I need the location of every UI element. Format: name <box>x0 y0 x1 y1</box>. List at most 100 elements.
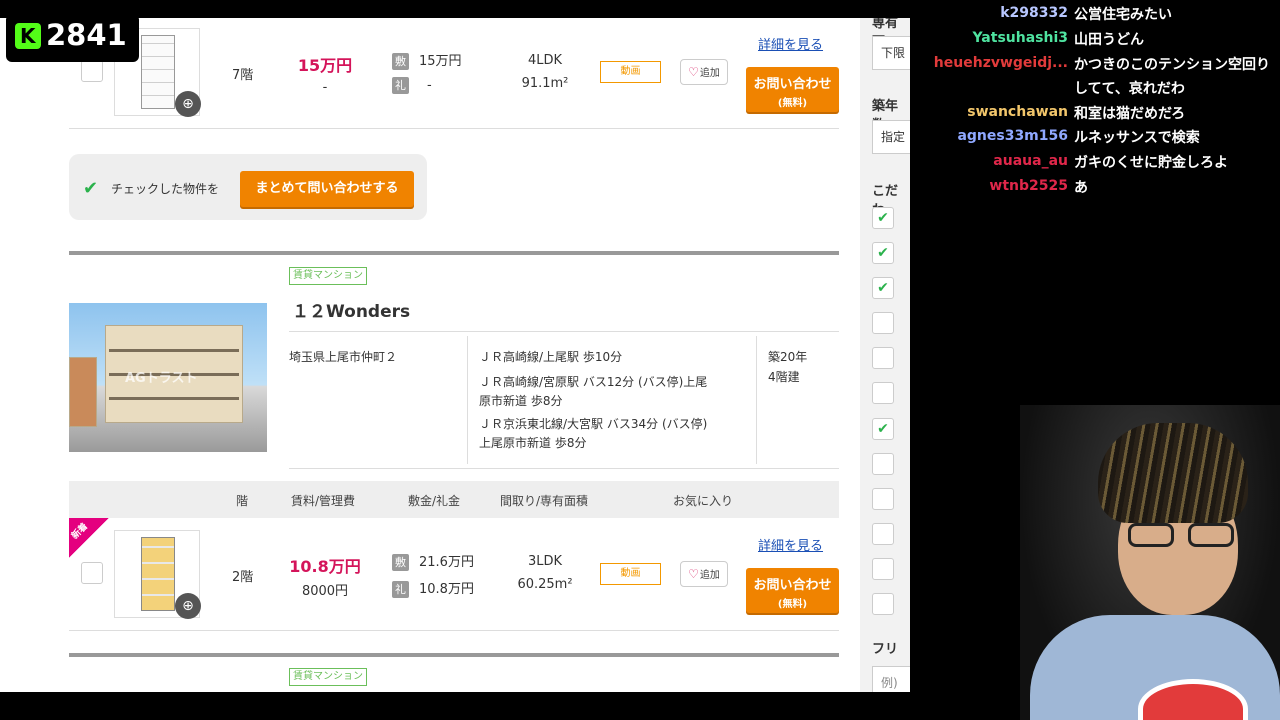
favorite-label: 追加 <box>699 570 720 581</box>
deposit-tag: 敷 <box>392 554 409 571</box>
key-money: 礼 10.8万円 <box>392 578 474 598</box>
building-photo[interactable]: AGトラスト <box>69 303 267 452</box>
inquiry-button[interactable]: お問い合わせ (無料) <box>746 568 839 613</box>
floorplan-image <box>141 537 175 611</box>
deposit-value: 15万円 <box>419 54 462 69</box>
layout: 4LDK <box>527 53 563 68</box>
area: 91.1m² <box>521 76 569 91</box>
building-floors: 4階建 <box>768 370 800 384</box>
listing-checkbox[interactable] <box>81 60 103 82</box>
property-address: 埼玉県上尾市仲町２ <box>289 350 398 364</box>
chat-message: ガキのくせに貯金しろよ <box>1074 155 1228 171</box>
inquiry-label: お問い合わせ <box>753 77 832 92</box>
kodawari-checkbox[interactable] <box>872 593 894 615</box>
area: 60.25m² <box>517 577 573 592</box>
access-line: 原市新道 歩8分 <box>479 394 563 408</box>
header-deposit: 敷金/礼金 <box>408 494 461 508</box>
kodawari-checkbox[interactable] <box>872 312 894 334</box>
property-divider <box>69 653 839 657</box>
age-select[interactable]: 指定 <box>872 120 910 154</box>
heart-icon: ♡ <box>688 65 699 79</box>
browser-capture: ⊕ 7階 15万円 - 敷 15万円 礼- 4LDK 91.1m² 動画 ♡追加 … <box>0 18 910 692</box>
chat-username: Yatsuhashi3 <box>972 30 1068 46</box>
header-layout: 間取り/専有面積 <box>500 494 589 508</box>
free-word-input[interactable]: 例) <box>872 666 910 692</box>
layout: 3LDK <box>527 554 563 569</box>
chat-message: ルネッサンスで検索 <box>1074 130 1200 146</box>
floor: 2階 <box>232 570 254 585</box>
key-money: 礼- <box>392 77 432 94</box>
glasses-lens <box>1188 523 1234 547</box>
kodawari-checkbox[interactable] <box>872 382 894 404</box>
heart-icon: ♡ <box>688 567 699 581</box>
glasses-icon <box>1128 523 1238 549</box>
property-name[interactable]: １２Wonders <box>292 297 410 322</box>
favorite-button[interactable]: ♡追加 <box>680 561 728 587</box>
divider <box>69 630 839 631</box>
streamer-hair <box>1098 423 1248 523</box>
inquiry-free-label: (無料) <box>777 98 808 109</box>
zoom-icon[interactable]: ⊕ <box>175 593 201 619</box>
chat-username: swanchawan <box>967 104 1068 120</box>
video-button[interactable]: 動画 <box>600 563 661 585</box>
property-divider <box>69 251 839 255</box>
building-balcony <box>109 349 239 352</box>
photo-watermark: AGトラスト <box>125 371 198 386</box>
detail-link[interactable]: 詳細を見る <box>758 34 823 53</box>
glasses-lens <box>1128 523 1174 547</box>
detail-link[interactable]: 詳細を見る <box>758 535 823 554</box>
logo-letter: K <box>20 24 36 48</box>
listing-main: ⊕ 7階 15万円 - 敷 15万円 礼- 4LDK 91.1m² 動画 ♡追加 … <box>0 18 860 692</box>
listing-checkbox[interactable] <box>81 562 103 584</box>
kodawari-checkbox[interactable] <box>872 488 894 510</box>
rent: 10.8万円 <box>289 557 361 576</box>
inquiry-label: お問い合わせ <box>753 578 832 593</box>
zoom-icon[interactable]: ⊕ <box>175 91 201 117</box>
kodawari-checkbox[interactable] <box>872 453 894 475</box>
chat-username: auaua_au <box>993 153 1068 169</box>
header-floor: 階 <box>236 494 249 508</box>
floor: 7階 <box>232 68 254 83</box>
bulk-inquiry-box: ✔ チェックした物件を まとめて問い合わせする <box>69 154 427 220</box>
room-table-header: 階 賃料/管理費 敷金/礼金 間取り/専有面積 お気に入り <box>69 481 839 518</box>
bulk-inquiry-text: チェックした物件を <box>111 182 220 196</box>
favorite-label: 追加 <box>699 68 720 79</box>
viewer-count: 2841 <box>46 18 127 52</box>
kodawari-checkbox[interactable] <box>872 347 894 369</box>
new-badge: 新着 <box>69 518 109 558</box>
chat-username: k298332 <box>1000 5 1068 21</box>
key-money-value: 10.8万円 <box>419 582 474 597</box>
chat-message: 山田うどん <box>1074 32 1144 48</box>
floorplan-image <box>141 35 175 109</box>
search-sidebar: 専有面 下限 築年数 指定 こだわ ✔ ✔ ✔ ✔ フリー 例) <box>860 18 910 692</box>
favorite-button[interactable]: ♡追加 <box>680 59 728 85</box>
deposit-tag: 敷 <box>392 53 409 70</box>
kodawari-checkbox[interactable]: ✔ <box>872 277 894 299</box>
kodawari-checkbox[interactable]: ✔ <box>872 207 894 229</box>
access-line: ＪＲ高崎線/宮原駅 バス12分 (バス停)上尾 <box>479 375 708 389</box>
divider <box>69 128 839 129</box>
bulk-inquiry-button[interactable]: まとめて問い合わせする <box>240 171 414 207</box>
kodawari-checkbox[interactable] <box>872 523 894 545</box>
column-separator <box>756 336 757 464</box>
column-separator <box>467 336 468 464</box>
chat-message: あ <box>1074 180 1088 196</box>
kodawari-checkbox[interactable] <box>872 558 894 580</box>
inquiry-button[interactable]: お問い合わせ (無料) <box>746 67 839 112</box>
video-button[interactable]: 動画 <box>600 61 661 83</box>
chat-overlay: k298332 公営住宅みたい Yatsuhashi3 山田うどん heuehz… <box>910 0 1280 400</box>
chat-message: 和室は猫だめだろ <box>1074 106 1186 122</box>
property-type-tag: 賃貸マンション <box>289 267 367 285</box>
access-line: ＪＲ高崎線/上尾駅 歩10分 <box>479 350 623 364</box>
kodawari-checkbox[interactable]: ✔ <box>872 242 894 264</box>
building-age: 築20年 <box>768 350 808 364</box>
admin-fee: - <box>322 80 328 95</box>
chat-message: 公営住宅みたい <box>1074 7 1172 23</box>
neighbor-building <box>69 357 97 427</box>
chat-username: heuehzvwgeidj... <box>933 55 1068 71</box>
new-badge-label: 新着 <box>70 521 90 542</box>
area-min-select[interactable]: 下限 <box>872 36 910 70</box>
key-money-value: - <box>427 78 432 93</box>
chat-username: agnes33m156 <box>957 128 1068 144</box>
kodawari-checkbox[interactable]: ✔ <box>872 418 894 440</box>
